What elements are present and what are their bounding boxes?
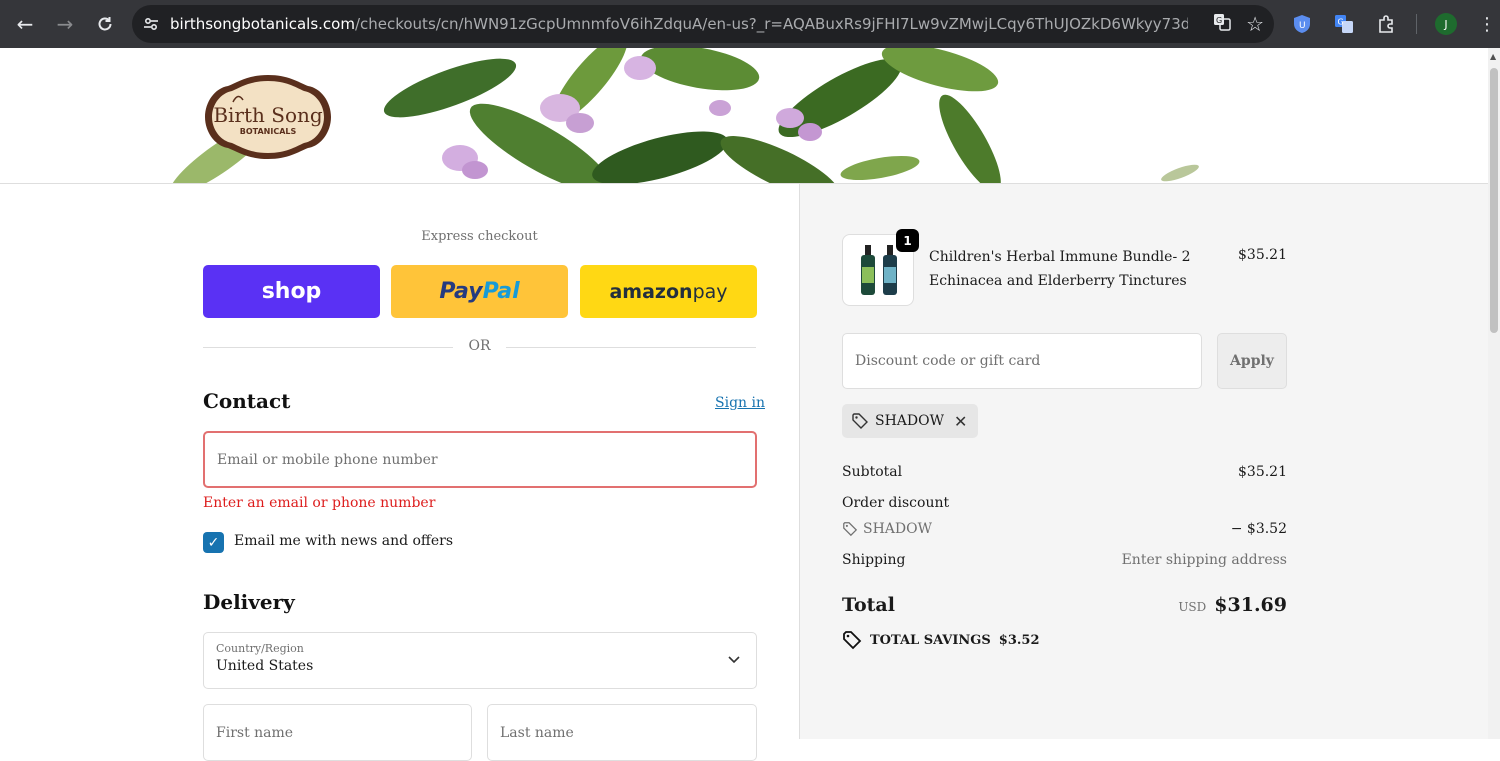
amazon-label-part1: amazon	[609, 280, 693, 303]
page-scrollbar[interactable]: ▲	[1488, 48, 1500, 739]
order-discount-label: Order discount	[842, 495, 950, 511]
shipping-label: Shipping	[842, 552, 906, 568]
back-icon[interactable]: ←	[5, 4, 45, 44]
applied-discount-pill: SHADOW ✕	[842, 404, 978, 438]
paypal-label-part1: Pay	[439, 279, 483, 304]
savings-tag-icon	[843, 631, 862, 650]
email-placeholder: Email or mobile phone number	[217, 451, 438, 468]
shipping-row: Shipping Enter shipping address	[842, 552, 1287, 568]
svg-text:U: U	[1299, 21, 1306, 31]
shop-pay-button[interactable]: shop	[203, 265, 380, 318]
forward-icon[interactable]: →	[45, 4, 85, 44]
applied-discount-code: SHADOW	[875, 413, 945, 429]
total-savings: TOTAL SAVINGS $3.52	[842, 630, 1040, 650]
or-label: OR	[468, 338, 491, 354]
remove-discount-icon[interactable]: ✕	[954, 412, 967, 431]
email-field[interactable]: Email or mobile phone number	[203, 431, 757, 488]
amazon-label-part2: pay	[692, 280, 728, 303]
subtotal-row: Subtotal $35.21	[842, 464, 1287, 480]
apply-discount-button[interactable]: Apply	[1217, 333, 1287, 389]
or-divider: OR	[203, 337, 756, 357]
last-name-placeholder: Last name	[500, 724, 574, 741]
tag-icon	[852, 413, 868, 429]
translate-icon[interactable]: G	[1212, 12, 1232, 36]
svg-text:G: G	[1338, 18, 1344, 27]
discount-code-input[interactable]: Discount code or gift card	[842, 333, 1202, 389]
total-label: Total	[842, 594, 895, 616]
discount-value: − $3.52	[1230, 521, 1287, 537]
extensions-puzzle-icon[interactable]	[1374, 12, 1398, 36]
chevron-down-icon	[728, 653, 740, 667]
header-banner: Birth Song BOTANICALS	[0, 48, 1488, 184]
address-bar[interactable]: birthsongbotanicals.com/checkouts/cn/hWN…	[132, 5, 1274, 43]
newsletter-label[interactable]: Email me with news and offers	[234, 533, 453, 549]
shipping-value: Enter shipping address	[1121, 552, 1287, 568]
discount-code-row: SHADOW − $3.52	[842, 521, 1287, 537]
savings-value: $3.52	[998, 632, 1040, 648]
order-discount-row: Order discount	[842, 495, 1287, 511]
contact-heading: Contact	[203, 389, 291, 413]
newsletter-checkbox[interactable]: ✓	[203, 532, 224, 553]
product-name: Children's Herbal Immune Bundle- 2 Echin…	[929, 249, 1191, 289]
svg-text:Birth Song: Birth Song	[213, 103, 323, 127]
paypal-label-part2: Pal	[482, 279, 520, 304]
savings-label: TOTAL SAVINGS	[870, 632, 991, 648]
email-error-message: Enter an email or phone number	[203, 495, 436, 511]
google-translate-extension-icon[interactable]: G	[1332, 12, 1356, 36]
svg-text:G: G	[1216, 16, 1222, 25]
country-value: United States	[216, 658, 314, 674]
url-text[interactable]: birthsongbotanicals.com/checkouts/cn/hWN…	[170, 15, 1188, 33]
total-value: $31.69	[1214, 594, 1287, 616]
total-row: Total USD $31.69	[842, 594, 1287, 616]
tag-icon	[843, 522, 858, 537]
toolbar-divider	[1416, 14, 1417, 34]
first-name-placeholder: First name	[216, 724, 294, 741]
total-currency: USD	[1178, 600, 1207, 614]
scroll-thumb[interactable]	[1490, 68, 1498, 333]
profile-avatar[interactable]: J	[1435, 13, 1457, 35]
country-select[interactable]: Country/Region United States	[203, 632, 757, 689]
subtotal-value: $35.21	[1238, 464, 1287, 480]
site-settings-icon[interactable]	[132, 5, 170, 43]
country-label: Country/Region	[216, 642, 304, 655]
first-name-field[interactable]: First name	[203, 704, 472, 761]
product-price: $35.21	[1238, 247, 1287, 263]
sign-in-link[interactable]: Sign in	[715, 395, 765, 411]
more-menu-icon[interactable]: ⋮	[1475, 12, 1499, 36]
scroll-up-icon[interactable]: ▲	[1490, 52, 1496, 61]
amazon-pay-button[interactable]: amazon pay	[580, 265, 757, 318]
quantity-badge: 1	[896, 229, 919, 252]
shield-extension-icon[interactable]: U	[1290, 12, 1314, 36]
bookmark-star-icon[interactable]: ☆	[1246, 12, 1264, 36]
svg-text:BOTANICALS: BOTANICALS	[240, 127, 297, 136]
discount-placeholder: Discount code or gift card	[855, 353, 1041, 369]
last-name-field[interactable]: Last name	[487, 704, 757, 761]
shop-pay-label: shop	[261, 279, 322, 304]
reload-icon[interactable]	[85, 4, 125, 44]
express-checkout-label: Express checkout	[421, 229, 538, 244]
browser-toolbar: ← → birthsongbotanicals.com/checkouts/cn…	[0, 0, 1500, 48]
birth-song-botanicals-logo[interactable]: Birth Song BOTANICALS	[203, 72, 333, 162]
delivery-heading: Delivery	[203, 590, 295, 614]
paypal-button[interactable]: Pay Pal	[391, 265, 568, 318]
subtotal-label: Subtotal	[842, 464, 903, 480]
discount-code-label: SHADOW	[863, 521, 933, 537]
